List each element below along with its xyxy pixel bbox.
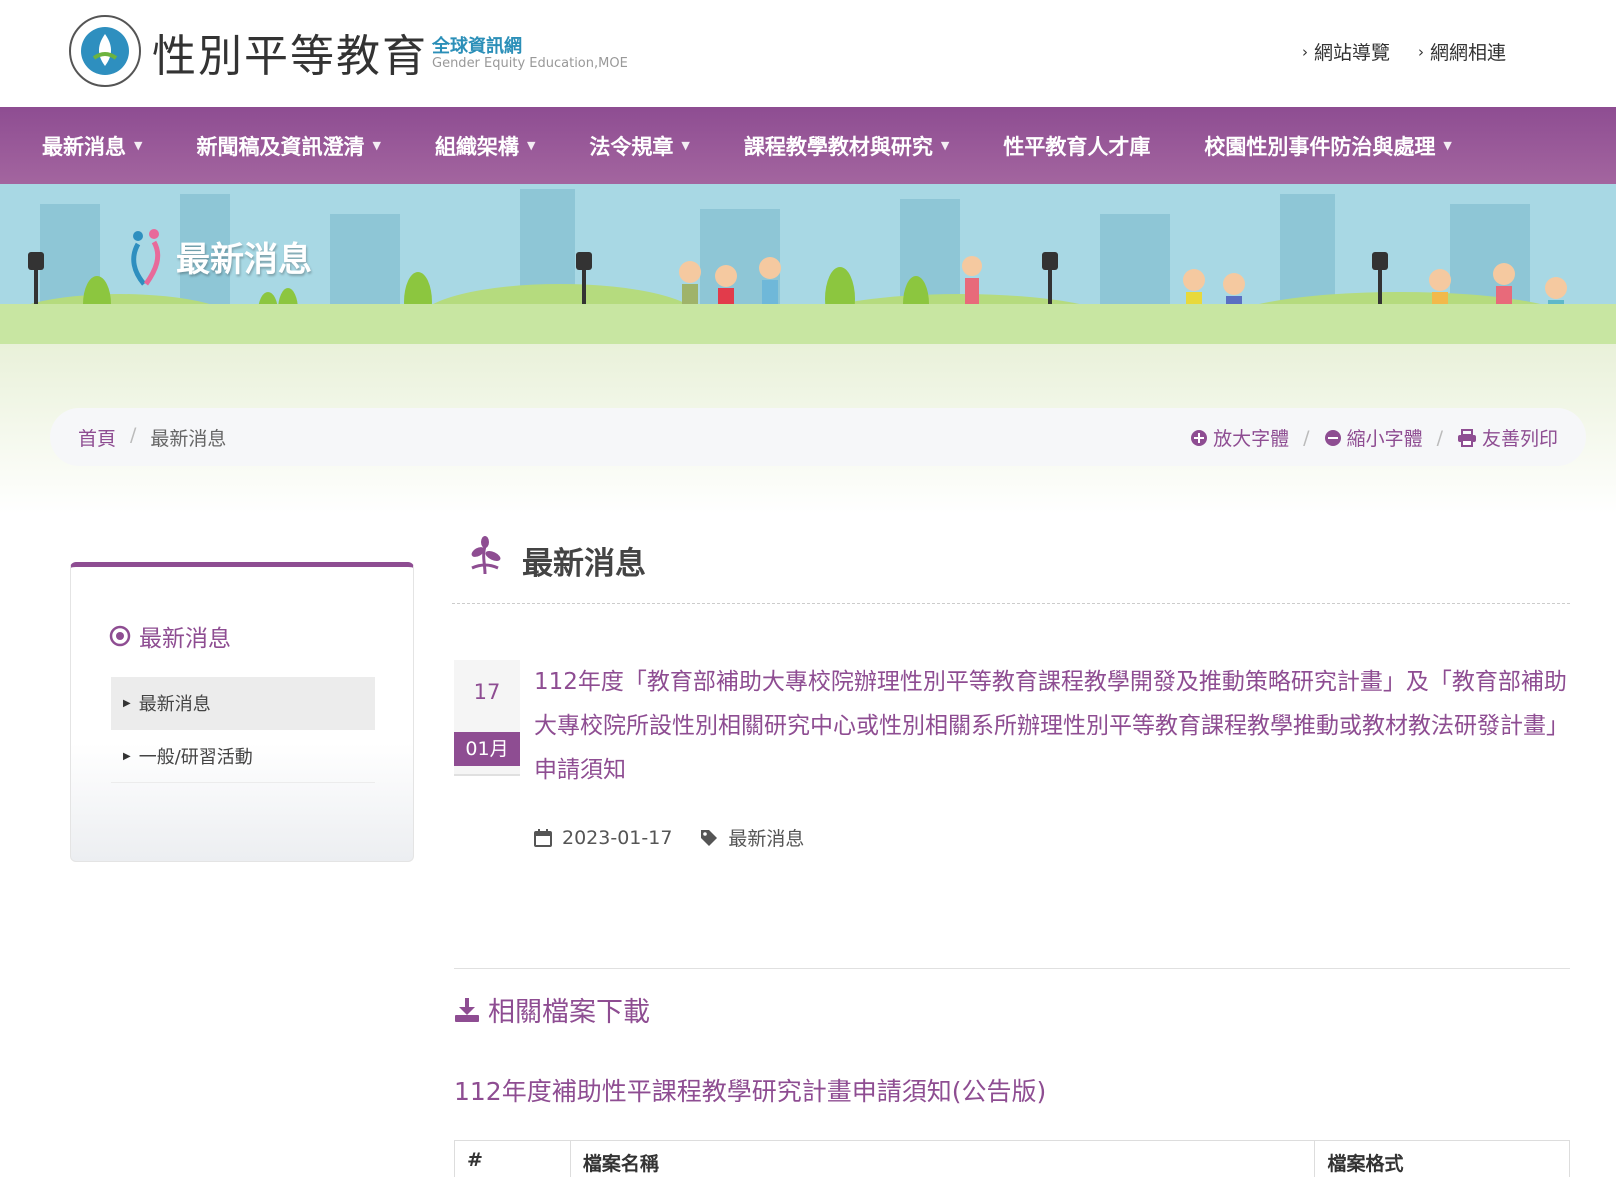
caret-down-icon: ▼ [940,139,950,152]
download-icon [455,997,479,1022]
files-table-header: # 檔案名稱 檔案格式 [454,1140,1570,1177]
nav-item-curriculum[interactable]: 課程教學教材與研究 ▼ [744,131,949,161]
article-meta: 2023-01-17 最新消息 [534,824,804,851]
logo-title[interactable]: 性別平等教育 [152,20,428,84]
article-date: 2023-01-17 [562,826,673,849]
breadcrumb-separator: / [130,424,137,446]
calendar-icon [534,828,552,847]
file-group-title: 112年度補助性平課程教學研究計畫申請須知(公告版) [454,1077,1047,1106]
font-tools: 放大字體 / 縮小字體 / 友善列印 [1190,424,1558,451]
tag-icon [701,829,718,846]
tools-separator: / [1436,426,1443,449]
logo-subtitle-en: Gender Equity Education,MOE [432,56,628,71]
logo-subtitle-zh: 全球資訊網 [432,36,522,57]
sidebar-item-events[interactable]: ▶ 一般/研習活動 [111,730,375,783]
gender-symbol-icon [131,229,161,286]
sidebar-heading: 最新消息 [109,619,231,653]
shrink-font-button[interactable]: 縮小字體 [1324,424,1423,451]
nav-item-news[interactable]: 最新消息 ▼ [42,131,142,161]
caret-down-icon: ▼ [1443,139,1452,152]
caret-down-icon: ▼ [526,139,536,152]
moe-seal-logo[interactable] [68,14,142,88]
sitemap-link[interactable]: › 網站導覽 [1302,38,1390,65]
sidebar-list: ▶ 最新消息 ▶ 一般/研習活動 [111,677,375,783]
target-icon [109,625,131,647]
breadcrumb-current: 最新消息 [150,428,227,450]
date-day: 17 [473,680,501,704]
triangle-right-icon: ▶ [123,697,131,709]
date-month: 01月 [454,732,520,766]
divider [454,968,1570,969]
sprout-icon [471,536,501,575]
tools-separator: / [1303,426,1310,449]
enlarge-font-button[interactable]: 放大字體 [1190,424,1289,451]
caret-down-icon: ▼ [681,139,690,152]
breadcrumb-home[interactable]: 首頁 [78,424,116,451]
sidebar-item-news[interactable]: ▶ 最新消息 [111,677,375,730]
col-format-header: 檔案格式 [1327,1153,1404,1175]
article-title: 112年度「教育部補助大專校院辦理性別平等教育課程教學開發及推動策略研究計畫」及… [534,669,1569,783]
article-category[interactable]: 最新消息 [728,824,804,851]
site-header: 性別平等教育 全球資訊網 Gender Equity Education,MOE… [0,0,1616,107]
plus-circle-icon [1191,429,1208,446]
printer-icon [1457,428,1476,447]
main-title-area: 最新消息 [452,530,1570,604]
nav-item-incidents[interactable]: 校園性別事件防治與處理 ▼ [1204,131,1451,161]
breadcrumb-bar: 首頁 / 最新消息 放大字體 / 縮小字體 / 友善列印 [50,408,1586,466]
nav-item-organization[interactable]: 組織架構 ▼ [435,131,535,161]
caret-down-icon: ▼ [372,139,381,152]
nav-item-talent[interactable]: 性平教育人才庫 [1003,131,1150,161]
nav-item-regulations[interactable]: 法令規章 ▼ [589,131,689,161]
chevron-right-icon: › [1301,42,1308,61]
chevron-right-icon: › [1417,42,1424,61]
grass-strip [0,304,1616,344]
related-links-link[interactable]: › 網網相連 [1418,38,1506,65]
triangle-right-icon: ▶ [123,750,131,762]
breadcrumb: 首頁 / 最新消息 [78,424,226,451]
minus-circle-icon [1324,429,1341,446]
top-links: › 網站導覽 › 網網相連 [1302,38,1506,65]
page-title: 最新消息 [522,546,646,582]
page-banner: 最新消息 [0,184,1616,344]
nav-item-press[interactable]: 新聞稿及資訊澄清 ▼ [196,131,380,161]
caret-down-icon: ▼ [134,139,143,152]
date-badge: 17 01月 [454,660,520,776]
sidebar: 最新消息 ▶ 最新消息 ▶ 一般/研習活動 [70,562,414,862]
banner-title: 最新消息 [176,240,312,280]
downloads-heading: 相關檔案下載 [454,990,650,1029]
col-filename-header: 檔案名稱 [571,1141,1316,1177]
print-button[interactable]: 友善列印 [1457,424,1558,451]
col-index-header: # [455,1141,571,1177]
main-nav: 最新消息 ▼ 新聞稿及資訊澄清 ▼ 組織架構 ▼ 法令規章 ▼ 課程教學教材與研究 ▼ 性… [0,107,1616,184]
